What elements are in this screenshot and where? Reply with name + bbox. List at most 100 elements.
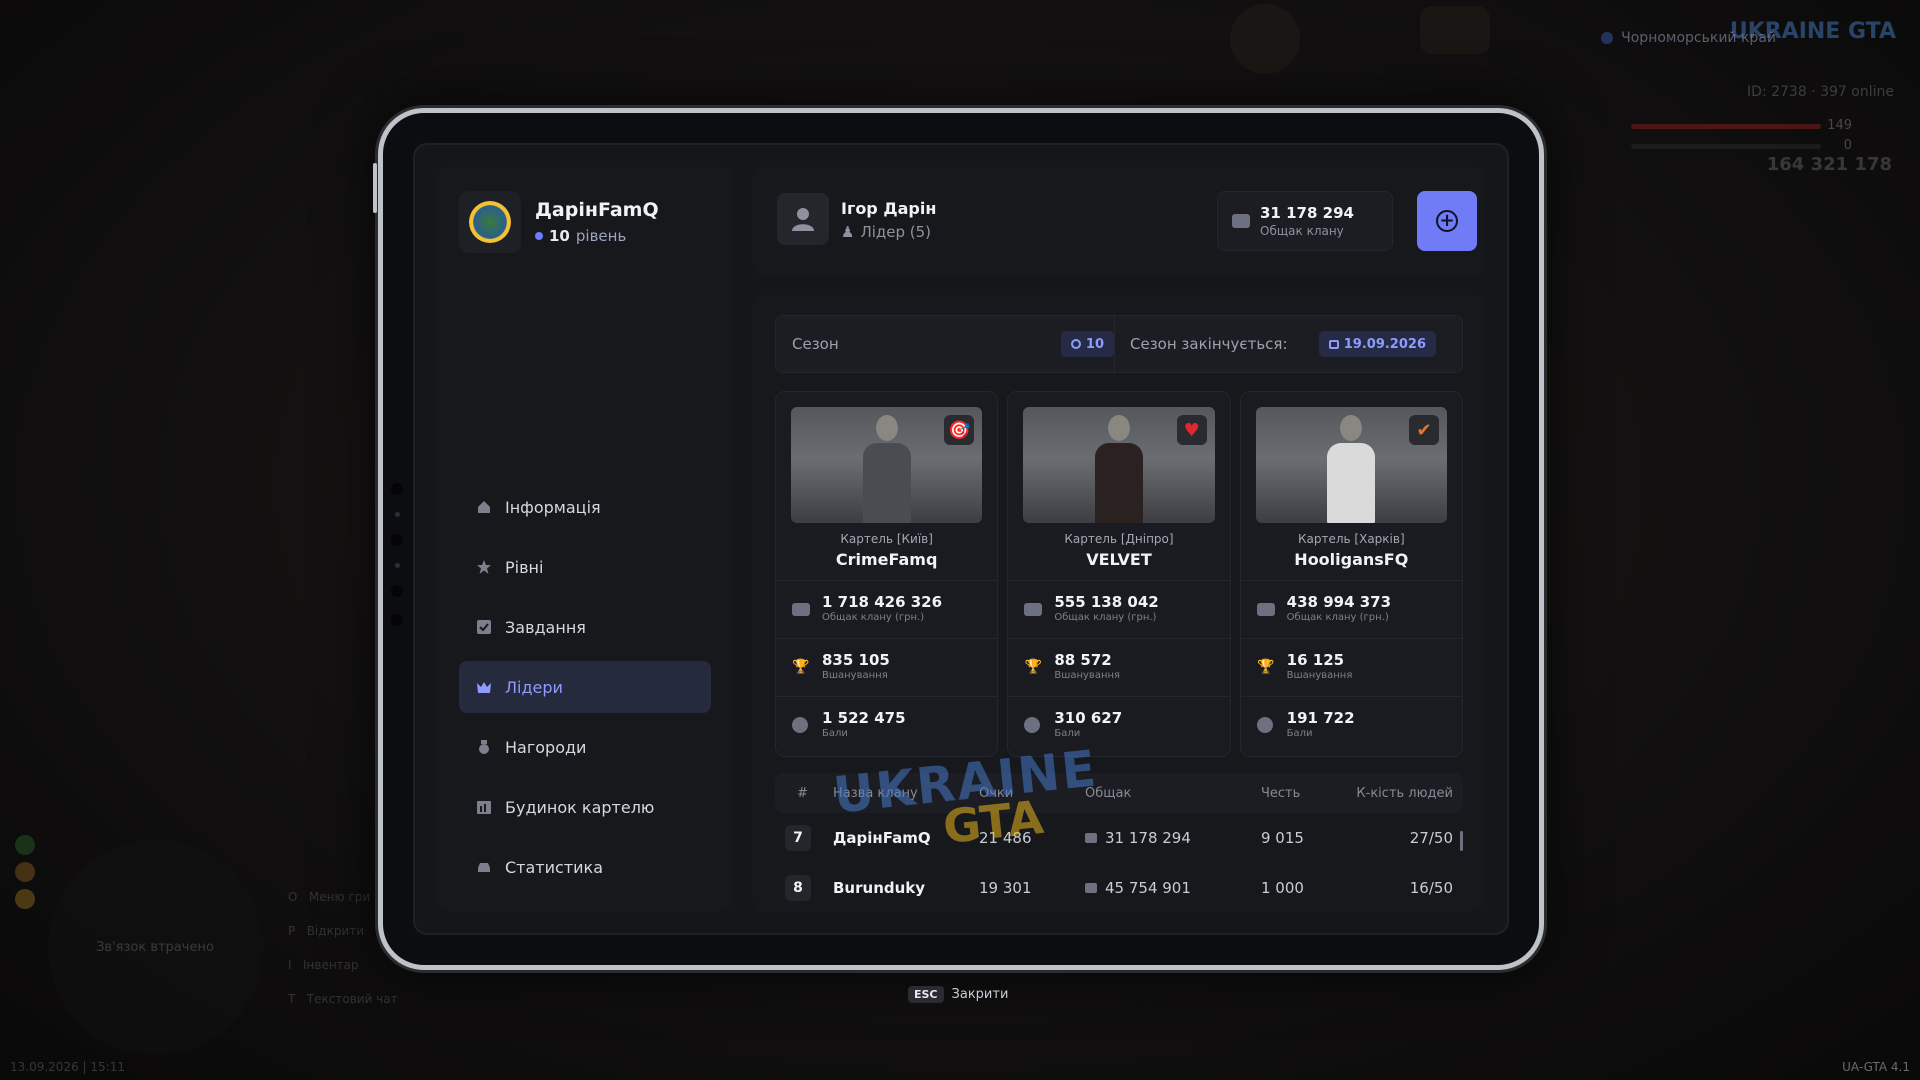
tablet-screen: ДарінFamQ 10 рівень Інформація Рівні Зав… — [413, 143, 1509, 935]
clan-level: 10 рівень — [535, 227, 659, 245]
close-label: Закрити — [951, 987, 1009, 1002]
health-bar — [1631, 124, 1821, 129]
rank-badge: 7 — [785, 825, 811, 851]
esc-key: ESC — [908, 986, 944, 1003]
gun-icon: 🎯 — [944, 415, 975, 445]
indicator-dot — [15, 835, 35, 855]
col-clan-name: Назва клану — [833, 785, 918, 801]
game-datetime: 13.09.2026 | 15:11 — [10, 1060, 125, 1074]
health-value: 149 — [1827, 118, 1852, 133]
close-hint[interactable]: ESC Закрити — [908, 986, 1008, 1003]
sidebar-item-cartel-house[interactable]: Будинок картелю — [459, 781, 711, 833]
main-content: Ігор Дарін ♟ Лідер (5) 31 178 294 Общак … — [753, 167, 1485, 911]
building-icon — [475, 798, 493, 816]
heart-icon: ♥ — [1176, 415, 1207, 445]
sidebar-item-label: Завдання — [505, 617, 586, 637]
row-bank: 45 754 901 — [1085, 879, 1261, 897]
indicator-dot — [15, 889, 35, 909]
user-avatar-icon — [777, 193, 829, 245]
clan-ranking-table: # Назва клану Очки Общак Честь К-кість л… — [775, 773, 1463, 911]
clan-points-stat: 191 722 Бали — [1240, 696, 1462, 754]
sidebar-item-label: Лідери — [505, 677, 563, 697]
season-end-badge: 19.09.2026 — [1318, 331, 1436, 357]
table-row[interactable]: 7 ДарінFamQ 21 486 31 178 294 9 015 27/5… — [775, 813, 1463, 863]
col-people: К-кість людей — [1356, 785, 1453, 801]
home-icon — [475, 498, 493, 516]
hud-side-indicators — [15, 835, 37, 916]
leader-card: Ігор Дарін ♟ Лідер (5) 31 178 294 Общак … — [753, 167, 1485, 277]
col-honor: Честь — [1261, 785, 1301, 801]
clan-points-stat: 1 522 475 Бали — [776, 696, 998, 754]
indicator-dot — [15, 862, 35, 882]
car-icon — [475, 858, 493, 876]
row-people: 16/50 — [1409, 879, 1453, 897]
row-people: 27/50 — [1409, 829, 1453, 847]
row-points: 21 486 — [979, 829, 1032, 847]
season-end-info: Сезон закінчується: 19.09.2026 — [1130, 316, 1436, 372]
divider — [1114, 316, 1115, 372]
table-row[interactable]: 8 Burunduky 19 301 45 754 901 1 000 16/5… — [775, 863, 1463, 911]
top-clan-card[interactable]: 🎯 Картель [Київ] CrimeFamq 1 718 426 326… — [775, 391, 999, 757]
top-clan-card[interactable]: ♥ Картель [Дніпро] VELVET 555 138 042 Общ… — [1007, 391, 1231, 757]
server-logo: UKRAINE GTA — [1729, 19, 1896, 44]
tablet-side-button — [373, 163, 377, 213]
clan-name: ДарінFamQ — [535, 199, 659, 221]
sidebar-item-statistics[interactable]: Статистика — [459, 841, 711, 893]
minimap-status: Зв'язок втрачено — [96, 940, 214, 955]
clan-points-stat: 310 627 Бали — [1008, 696, 1230, 754]
deposit-button[interactable]: + — [1417, 191, 1477, 251]
clan-profile: ДарінFamQ 10 рівень — [459, 191, 659, 253]
clan-name: VELVET — [1086, 550, 1152, 569]
clan-honor-stat: 🏆 16 125 Вшанування — [1240, 638, 1462, 696]
cartel-name: Картель [Харків] — [1298, 532, 1405, 546]
season-icon — [1070, 339, 1081, 349]
trophy-icon: 🏆 — [792, 659, 810, 675]
cartel-name: Картель [Дніпро] — [1064, 532, 1174, 546]
wallet-icon — [792, 603, 810, 616]
leader-role-text: Лідер (5) — [860, 223, 932, 241]
sidebar-item-leaders[interactable]: Лідери — [459, 661, 711, 713]
crown-icon — [475, 678, 493, 696]
sidebar-nav: Інформація Рівні Завдання Лідери Нагород… — [459, 481, 711, 901]
trophy-icon: 🏆 — [1256, 659, 1275, 675]
row-points: 19 301 — [979, 879, 1032, 897]
online-count: 397 online — [1820, 84, 1894, 100]
sidebar-item-label: Будинок картелю — [505, 797, 655, 817]
points-icon — [792, 717, 808, 733]
level-number: 10 — [549, 227, 570, 245]
sidebar-item-info[interactable]: Інформація — [459, 481, 711, 533]
row-bank: 31 178 294 — [1085, 829, 1261, 847]
row-clan-name: Burunduky — [833, 879, 926, 897]
season-label: Сезон — [792, 335, 839, 353]
tablet-camera — [391, 483, 405, 643]
clan-bank-stat: 1 718 426 326 Общак клану (грн.) — [776, 580, 998, 638]
season-end-label: Сезон закінчується: — [1130, 335, 1288, 353]
col-bank: Общак — [1085, 785, 1132, 801]
key-hint-row: I Інвентар — [288, 958, 359, 972]
event-logo-2 — [1420, 6, 1490, 54]
level-dot-icon — [535, 232, 543, 240]
wallet-icon — [1232, 214, 1250, 228]
scrollbar[interactable] — [1460, 831, 1463, 851]
wallet-icon — [1024, 603, 1043, 616]
level-label: рівень — [575, 227, 627, 245]
season-info: Сезон 10 — [792, 316, 1114, 372]
clan-leader-image: 🎯 — [791, 407, 983, 523]
sidebar-item-rewards[interactable]: Нагороди — [459, 721, 711, 773]
sidebar-item-levels[interactable]: Рівні — [459, 541, 711, 593]
location-pin-icon — [1601, 32, 1614, 44]
season-number-badge: 10 — [1060, 331, 1114, 357]
clan-honor-stat: 🏆 835 105 Вшанування — [776, 638, 998, 696]
wallet-icon — [1085, 833, 1097, 843]
clan-bank-stat: 438 994 373 Общак клану (грн.) — [1240, 580, 1462, 638]
rank-badge: 8 — [785, 875, 811, 901]
sidebar-item-tasks[interactable]: Завдання — [459, 601, 711, 653]
trophy-icon: 🏆 — [1024, 659, 1043, 675]
clan-bank: 31 178 294 Общак клану — [1217, 191, 1393, 251]
wallet-icon — [1085, 883, 1097, 893]
table-header: # Назва клану Очки Общак Честь К-кість л… — [775, 773, 1463, 813]
armor-bar — [1631, 144, 1821, 149]
top-clan-card[interactable]: ✔ Картель [Харків] HooligansFQ 438 994 3… — [1239, 391, 1463, 757]
top-clans: 🎯 Картель [Київ] CrimeFamq 1 718 426 326… — [775, 391, 1463, 757]
plus-circle-icon: + — [1436, 210, 1458, 232]
